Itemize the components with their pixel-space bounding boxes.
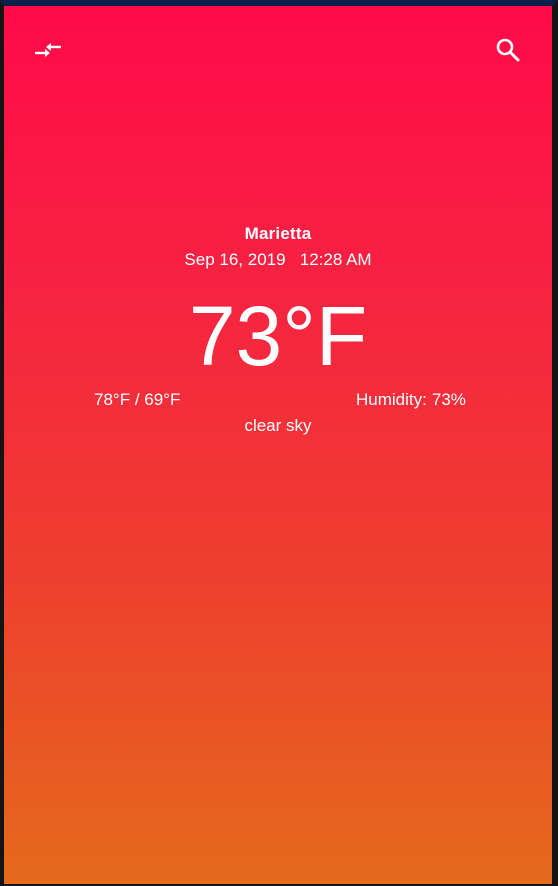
swap-units-icon (33, 40, 63, 60)
weather-screen: Marietta Sep 16, 2019 12:28 AM 73°F 78°F… (4, 6, 552, 884)
city-name: Marietta (244, 224, 312, 243)
humidity-value: 73% (431, 390, 466, 409)
current-temperature: 73°F (188, 289, 368, 383)
humidity: Humidity: 73% (356, 390, 466, 410)
swap-units-button[interactable] (28, 30, 68, 70)
weather-description: clear sky (244, 416, 312, 435)
search-button[interactable] (488, 30, 528, 70)
humidity-label: Humidity: (356, 390, 427, 409)
search-icon (495, 37, 521, 63)
device-frame: Marietta Sep 16, 2019 12:28 AM 73°F 78°F… (0, 0, 558, 886)
high-low-temperature: 78°F / 69°F (94, 390, 181, 409)
date-time: Sep 16, 2019 12:28 AM (184, 250, 372, 269)
